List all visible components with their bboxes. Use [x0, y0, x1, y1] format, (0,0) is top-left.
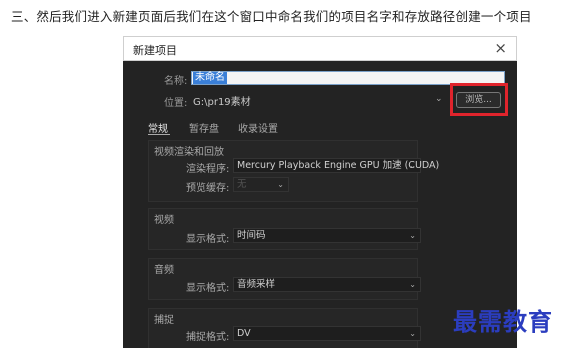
preview-cache-label: 预览缓存: [186, 183, 230, 194]
location-dropdown[interactable]: G:\pr19素材 [191, 92, 447, 108]
audio-display-format-label: 显示格式: [186, 283, 230, 294]
capture-section-title: 捕捉 [154, 315, 174, 326]
chevron-down-icon: ⌄ [409, 329, 416, 338]
chevron-down-icon[interactable]: ⌄ [435, 94, 443, 104]
chevron-down-icon: ⌄ [409, 161, 416, 170]
project-name-value: 未命名 [193, 72, 227, 84]
audio-display-format-dropdown[interactable]: 音频采样 ⌄ [233, 277, 421, 292]
dialog-title: 新建项目 [133, 44, 177, 57]
chevron-down-icon: ⌄ [277, 180, 284, 189]
preview-cache-value: 无 [237, 179, 247, 190]
tab-ingest-settings[interactable]: 收录设置 [238, 120, 278, 135]
preview-cache-dropdown[interactable]: 无 ⌄ [233, 177, 289, 192]
chevron-down-icon: ⌄ [409, 280, 416, 289]
video-display-format-dropdown[interactable]: 时间码 ⌄ [233, 228, 421, 243]
capture-format-label: 捕捉格式: [186, 332, 230, 343]
name-label: 名称: [164, 76, 188, 87]
chevron-down-icon: ⌄ [409, 231, 416, 240]
capture-format-dropdown[interactable]: DV ⌄ [233, 326, 421, 341]
audio-display-format-value: 音频采样 [237, 279, 276, 290]
instruction-caption: 三、然后我们进入新建页面后我们在这个窗口中命名我们的项目名字和存放路径创建一个项… [11, 9, 532, 24]
tab-scratch-disks[interactable]: 暂存盘 [189, 120, 219, 135]
renderer-label: 渲染程序: [186, 164, 230, 175]
audio-section-title: 音频 [154, 265, 174, 276]
video-section-title: 视频 [154, 215, 174, 226]
renderer-dropdown[interactable]: Mercury Playback Engine GPU 加速 (CUDA) ⌄ [233, 158, 439, 173]
video-display-format-label: 显示格式: [186, 234, 230, 245]
video-render-title: 视频渲染和回放 [154, 147, 224, 158]
active-tab-underline [148, 134, 170, 135]
dialog-titlebar: 新建项目 × [123, 36, 517, 61]
video-display-format-value: 时间码 [237, 230, 266, 241]
tab-general[interactable]: 常规 [148, 120, 168, 135]
location-value: G:\pr19素材 [193, 97, 251, 108]
capture-format-value: DV [237, 328, 251, 339]
watermark-logo: 最需教育 [453, 307, 553, 336]
location-label: 位置: [164, 98, 188, 109]
close-icon[interactable]: × [494, 39, 507, 57]
highlight-box [450, 83, 508, 116]
